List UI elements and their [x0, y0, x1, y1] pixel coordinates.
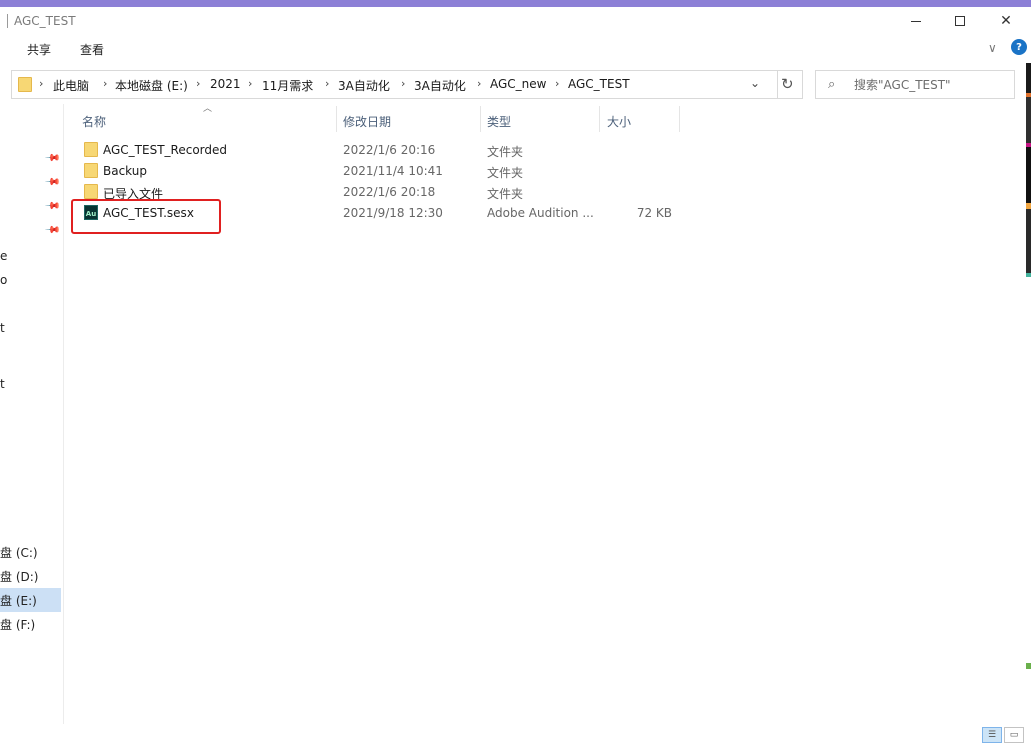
help-icon[interactable]: ?	[1011, 39, 1027, 55]
breadcrumb-3a-auto-2[interactable]: 3A自动化	[414, 77, 466, 94]
minimize-button[interactable]	[893, 7, 939, 35]
file-type: 文件夹	[487, 187, 524, 201]
column-divider[interactable]	[599, 106, 600, 132]
nav-drive-c[interactable]: 盘 (C:)	[0, 540, 61, 564]
file-name: Backup	[103, 164, 147, 178]
large-icons-view-icon[interactable]: ▭	[1004, 727, 1024, 743]
navigation-pane: 📌 📌 📌 📌 e o t t 盘 (C:) 盘 (D:) 盘 (E:) 盘 (…	[0, 104, 63, 724]
file-type: 文件夹	[487, 145, 524, 159]
divider	[777, 71, 778, 98]
column-header: ︿ 名称 修改日期 类型 大小	[70, 104, 690, 134]
file-type: 文件夹	[487, 166, 524, 180]
chevron-right-icon[interactable]: ›	[103, 77, 107, 90]
nav-drive-f[interactable]: 盘 (F:)	[0, 612, 61, 636]
file-date: 2021/9/18 12:30	[343, 206, 443, 220]
file-size: 72 KB	[636, 206, 672, 220]
column-divider[interactable]	[336, 106, 337, 132]
nav-drive-d[interactable]: 盘 (D:)	[0, 564, 61, 588]
chevron-right-icon[interactable]: ›	[477, 77, 481, 90]
close-icon: ✕	[1000, 13, 1012, 29]
breadcrumb-nov-req[interactable]: 11月需求	[262, 77, 313, 94]
column-size[interactable]: 大小	[607, 113, 631, 130]
chevron-down-icon[interactable]: ⌄	[750, 76, 760, 90]
folder-icon	[84, 163, 98, 178]
close-button[interactable]: ✕	[983, 7, 1029, 35]
file-date: 2021/11/4 10:41	[343, 164, 443, 178]
nav-item-fragment[interactable]: e	[0, 249, 7, 263]
file-date: 2022/1/6 20:18	[343, 185, 436, 199]
breadcrumb-3a-auto-1[interactable]: 3A自动化	[338, 77, 390, 94]
chevron-right-icon[interactable]: ›	[325, 77, 329, 90]
breadcrumb-drive-e[interactable]: 本地磁盘 (E:)	[115, 77, 188, 94]
nav-item-fragment[interactable]: t	[0, 377, 5, 391]
pin-icon[interactable]: 📌	[44, 150, 61, 167]
chevron-right-icon[interactable]: ›	[196, 77, 200, 90]
tab-share[interactable]: 共享	[27, 41, 51, 58]
window-top-strip	[0, 0, 1031, 7]
breadcrumb-2021[interactable]: 2021	[210, 77, 241, 91]
nav-item-fragment[interactable]: o	[0, 273, 7, 287]
column-divider[interactable]	[480, 106, 481, 132]
file-name: AGC_TEST_Recorded	[103, 143, 227, 157]
pane-divider	[63, 104, 64, 724]
folder-icon	[18, 77, 32, 92]
search-icon: ⌕	[828, 77, 836, 92]
window-title: AGC_TEST	[14, 14, 76, 28]
chevron-right-icon[interactable]: ›	[248, 77, 252, 90]
column-type[interactable]: 类型	[487, 113, 511, 130]
file-date: 2022/1/6 20:16	[343, 143, 436, 157]
file-row[interactable]: AGC_TEST_Recorded 2022/1/6 20:16 文件夹	[70, 140, 680, 161]
maximize-button[interactable]	[937, 7, 983, 35]
title-bar: AGC_TEST ✕	[0, 7, 1031, 35]
address-bar[interactable]: › 此电脑 › 本地磁盘 (E:) › 2021 › 11月需求 › 3A自动化…	[11, 70, 803, 99]
title-separator	[7, 14, 8, 28]
folder-icon	[84, 142, 98, 157]
breadcrumb-agc-new[interactable]: AGC_new	[490, 77, 546, 91]
status-bar: ☰ ▭	[0, 724, 1031, 745]
background-window-edge	[1026, 63, 1031, 745]
column-date[interactable]: 修改日期	[343, 113, 391, 130]
breadcrumb-this-pc[interactable]: 此电脑	[53, 77, 89, 94]
sort-up-icon: ︿	[203, 104, 213, 114]
nav-drive-e[interactable]: 盘 (E:)	[0, 588, 61, 612]
column-name[interactable]: 名称	[82, 113, 106, 130]
refresh-icon[interactable]: ↻	[781, 75, 794, 93]
chevron-right-icon[interactable]: ›	[555, 77, 559, 90]
breadcrumb-agc-test[interactable]: AGC_TEST	[568, 77, 630, 91]
expand-ribbon-icon[interactable]: ∨	[988, 41, 997, 55]
file-type: Adobe Audition ...	[487, 206, 594, 220]
pin-icon[interactable]: 📌	[44, 174, 61, 191]
maximize-icon	[955, 16, 965, 26]
file-row[interactable]: Backup 2021/11/4 10:41 文件夹	[70, 161, 680, 182]
search-box[interactable]: ⌕	[815, 70, 1015, 99]
ribbon: 共享 查看 ∨ ?	[0, 35, 1031, 63]
folder-icon	[84, 184, 98, 199]
pin-icon[interactable]: 📌	[44, 222, 61, 239]
tab-view[interactable]: 查看	[80, 41, 104, 58]
column-divider[interactable]	[679, 106, 680, 132]
pin-icon[interactable]: 📌	[44, 198, 61, 215]
chevron-right-icon[interactable]: ›	[39, 77, 43, 90]
search-input[interactable]	[854, 75, 1004, 95]
minimize-icon	[911, 20, 921, 22]
chevron-right-icon[interactable]: ›	[401, 77, 405, 90]
details-view-icon[interactable]: ☰	[982, 727, 1002, 743]
nav-item-fragment[interactable]: t	[0, 321, 5, 335]
annotation-highlight-box	[71, 199, 221, 234]
